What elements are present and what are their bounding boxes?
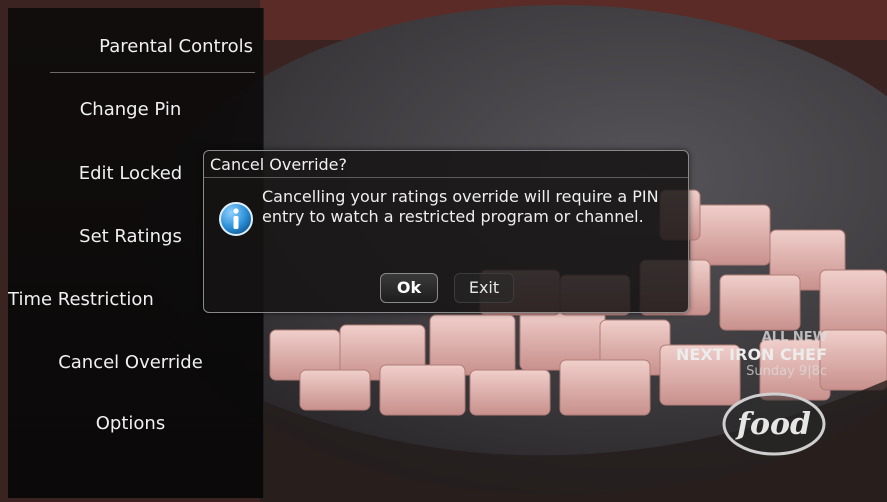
tv-screen: Parental Controls Change Pin Edit Locked… <box>0 0 887 502</box>
promo-schedule: Sunday 9|8c <box>746 364 827 379</box>
dialog-title: Cancel Override? <box>210 155 348 174</box>
menu-divider <box>50 72 255 73</box>
food-network-logo: food <box>722 392 826 456</box>
show-promo: ALL NEW NEXT IRON CHEF Sunday 9|8c <box>676 330 827 379</box>
exit-button[interactable]: Exit <box>454 273 514 303</box>
menu-item-cancel-override[interactable]: Cancel Override <box>8 348 253 378</box>
ok-button[interactable]: Ok <box>380 273 438 303</box>
menu-item-time-restriction[interactable]: Time Restriction <box>8 285 204 315</box>
menu-item-options[interactable]: Options <box>8 409 253 439</box>
svg-text:food: food <box>735 407 811 442</box>
dialog-title-divider <box>204 177 688 178</box>
info-icon <box>219 202 253 236</box>
promo-tag: ALL NEW <box>761 330 827 345</box>
cancel-override-dialog: Cancel Override? Cancelling your ratings… <box>203 150 689 313</box>
promo-show-title: NEXT IRON CHEF <box>676 345 827 364</box>
menu-header: Parental Controls <box>99 36 253 57</box>
dialog-message: Cancelling your ratings override will re… <box>262 187 659 226</box>
menu-item-change-pin[interactable]: Change Pin <box>8 95 253 125</box>
